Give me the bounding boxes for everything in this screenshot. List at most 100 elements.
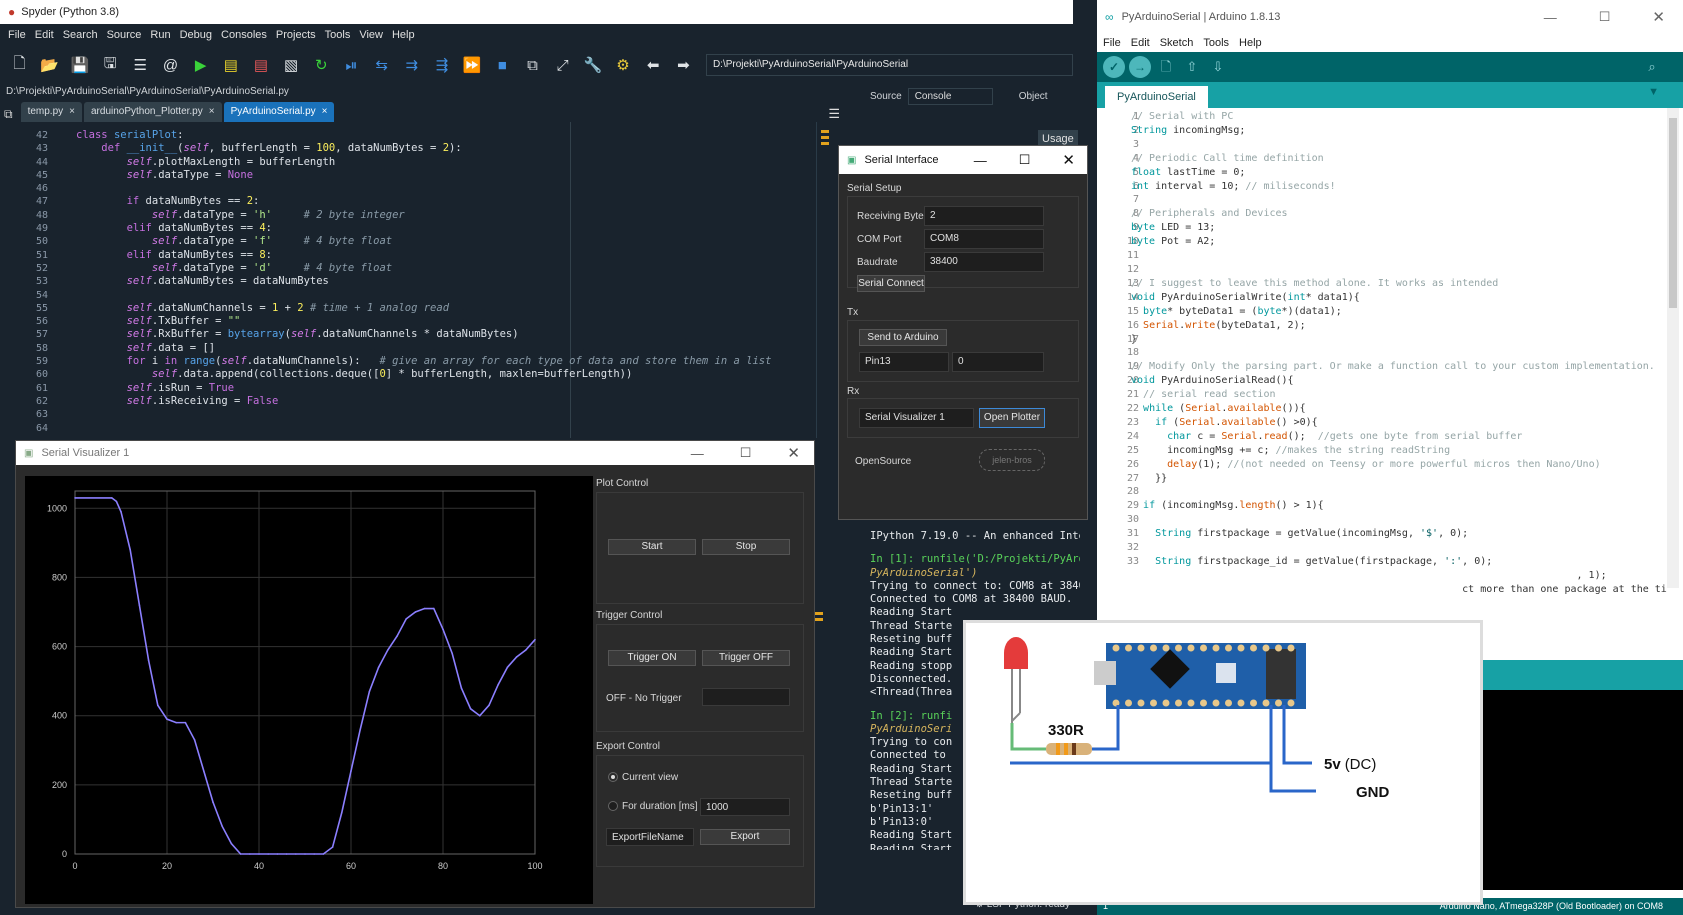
stop-debug-icon[interactable]: ■ — [491, 53, 514, 77]
scrollbar-thumb[interactable] — [1669, 118, 1677, 308]
browse-tabs-icon[interactable]: ⧉ — [4, 107, 13, 122]
menu-debug[interactable]: Debug — [180, 29, 212, 41]
code-content[interactable]: class serialPlot: def __init__(self, buf… — [76, 129, 776, 408]
step-into-icon[interactable]: ⇉ — [400, 53, 423, 77]
send-value-field[interactable]: 0 — [952, 352, 1044, 372]
arduino-menu-file[interactable]: File — [1103, 37, 1121, 49]
serial-connect-button[interactable]: Serial Connect — [857, 275, 925, 292]
at-icon[interactable]: @ — [159, 53, 182, 77]
close-icon[interactable]: ✕ — [1652, 8, 1665, 26]
y-tick-label: 400 — [52, 711, 67, 721]
close-icon[interactable]: ✕ — [787, 444, 800, 462]
minimize-icon[interactable]: — — [974, 153, 987, 168]
save-all-icon[interactable]: 🖫 — [99, 53, 122, 77]
trigger-off-button[interactable]: Trigger OFF — [702, 650, 790, 666]
run-cell-icon[interactable]: ▤ — [219, 53, 242, 77]
arduino-code-content[interactable]: // Serial with PC String incomingMsg; //… — [1131, 110, 1679, 597]
com-port-field[interactable]: COM8 — [924, 229, 1044, 249]
run-icon[interactable]: ▶ — [189, 53, 212, 77]
trigger-level-field[interactable] — [702, 688, 790, 706]
maximize-pane-icon[interactable]: ⧉ — [521, 53, 544, 77]
upload-icon[interactable]: → — [1129, 56, 1151, 78]
arduino-menu-sketch[interactable]: Sketch — [1160, 37, 1194, 49]
menu-help[interactable]: Help — [392, 29, 415, 41]
close-icon[interactable]: ✕ — [1062, 151, 1075, 169]
python-path-icon[interactable]: ⚙ — [611, 53, 634, 77]
menu-view[interactable]: View — [359, 29, 383, 41]
tab-pyarduinoserial[interactable]: PyArduinoSerial.py × — [223, 102, 335, 122]
menu-consoles[interactable]: Consoles — [221, 29, 267, 41]
circuit-svg: 330R 5v (DC) GND — [1004, 637, 1390, 801]
duration-field[interactable]: 1000 — [700, 798, 790, 816]
outline-icon[interactable]: ☰ — [129, 53, 152, 77]
code-editor[interactable]: 42 43 44 45 46 47 48 49 50 51 52 53 54 55 56 57 58 59 60 61… — [0, 122, 840, 438]
tab-temp[interactable]: temp.py × — [20, 102, 82, 122]
menu-run[interactable]: Run — [150, 29, 170, 41]
run-selection-icon[interactable]: ▧ — [280, 53, 303, 77]
stop-button[interactable]: Stop — [702, 539, 790, 555]
arduino-scrollbar[interactable] — [1667, 108, 1679, 588]
open-plotter-button[interactable]: Open Plotter — [979, 408, 1045, 428]
open-sketch-icon[interactable]: ⇧ — [1181, 56, 1203, 78]
duration-radio[interactable] — [608, 801, 618, 811]
receiving-bytes-field[interactable]: 2 — [924, 206, 1044, 226]
line-number: 47 — [35, 196, 48, 208]
menu-projects[interactable]: Projects — [276, 29, 316, 41]
run-cell-advance-icon[interactable]: ▤ — [249, 53, 272, 77]
arduino-menu-tools[interactable]: Tools — [1203, 37, 1229, 49]
x-tick-label: 100 — [527, 861, 542, 871]
close-icon[interactable]: × — [209, 102, 215, 122]
tab-menu-icon[interactable]: ▼ — [1648, 86, 1659, 98]
step-return-icon[interactable]: ⇶ — [430, 53, 453, 77]
editor-scrollbar[interactable] — [816, 122, 836, 438]
tab-pyarduinoserial-sketch[interactable]: PyArduinoSerial — [1105, 86, 1208, 108]
save-sketch-icon[interactable]: ⇩ — [1207, 56, 1229, 78]
close-icon[interactable]: × — [69, 102, 75, 122]
back-arrow-icon[interactable]: ⬅ — [642, 53, 665, 77]
menu-edit[interactable]: Edit — [35, 29, 54, 41]
options-menu-icon[interactable]: ☰ — [828, 106, 840, 122]
forward-arrow-icon[interactable]: ➡ — [672, 53, 695, 77]
minimize-icon[interactable]: — — [691, 446, 704, 461]
send-key-field[interactable]: Pin13 — [859, 352, 949, 372]
tab-plotter[interactable]: arduinoPython_Plotter.py × — [84, 102, 222, 122]
working-directory-field[interactable]: D:\Projekti\PyArduinoSerial\PyArduinoSer… — [705, 54, 1074, 76]
step-icon[interactable]: ⇆ — [370, 53, 393, 77]
continue-icon[interactable]: ⏩ — [461, 53, 484, 77]
arduino-menu-edit[interactable]: Edit — [1131, 37, 1150, 49]
menu-tools[interactable]: Tools — [325, 29, 351, 41]
new-sketch-icon[interactable]: 🗋 — [1155, 56, 1177, 78]
maximize-icon[interactable]: ☐ — [1599, 9, 1611, 25]
menu-source[interactable]: Source — [107, 29, 142, 41]
preferences-icon[interactable]: 🔧 — [581, 53, 604, 77]
maximize-icon[interactable]: ☐ — [740, 445, 752, 461]
start-button[interactable]: Start — [608, 539, 696, 555]
arduino-menu-help[interactable]: Help — [1239, 37, 1262, 49]
signal-plot[interactable]: 0 200 400 600 800 1000 0 20 40 60 80 100 — [25, 476, 593, 904]
new-file-icon[interactable]: 🗋 — [8, 53, 31, 77]
serial-monitor-icon[interactable]: ⌕ — [1641, 56, 1663, 78]
baudrate-field[interactable]: 38400 — [924, 252, 1044, 272]
export-button[interactable]: Export — [700, 829, 790, 845]
menu-file[interactable]: File — [8, 29, 26, 41]
debug-icon[interactable]: ⏯ — [340, 53, 363, 77]
data-point — [129, 548, 131, 551]
current-view-radio[interactable] — [608, 772, 618, 782]
console-line: Trying to connect to: COM8 at 38400 — [870, 579, 1080, 592]
rx-plotter-field[interactable]: Serial Visualizer 1 — [859, 408, 974, 428]
rerun-icon[interactable]: ↻ — [310, 53, 333, 77]
export-filename-field[interactable]: ExportFileName — [606, 828, 694, 846]
verify-icon[interactable]: ✓ — [1103, 56, 1125, 78]
trigger-on-button[interactable]: Trigger ON — [608, 650, 696, 666]
minimize-icon[interactable]: — — [1544, 10, 1557, 25]
send-to-arduino-button[interactable]: Send to Arduino — [859, 329, 947, 346]
save-icon[interactable]: 💾 — [68, 53, 91, 77]
jelen-bros-logo: jelen-bros — [979, 449, 1045, 471]
menu-search[interactable]: Search — [63, 29, 98, 41]
open-folder-icon[interactable]: 📂 — [38, 53, 61, 77]
fullscreen-icon[interactable]: ⤢ — [551, 53, 574, 77]
maximize-icon[interactable]: ☐ — [1019, 152, 1031, 168]
source-select[interactable]: Console — [907, 88, 993, 105]
arduino-code-editor[interactable]: 1 2 3 4 5 6 7 8 9 10 11 12 13 14 15 16 17 18 19 20 21 22 23 24 2… — [1097, 108, 1683, 660]
close-icon[interactable]: × — [322, 102, 328, 122]
